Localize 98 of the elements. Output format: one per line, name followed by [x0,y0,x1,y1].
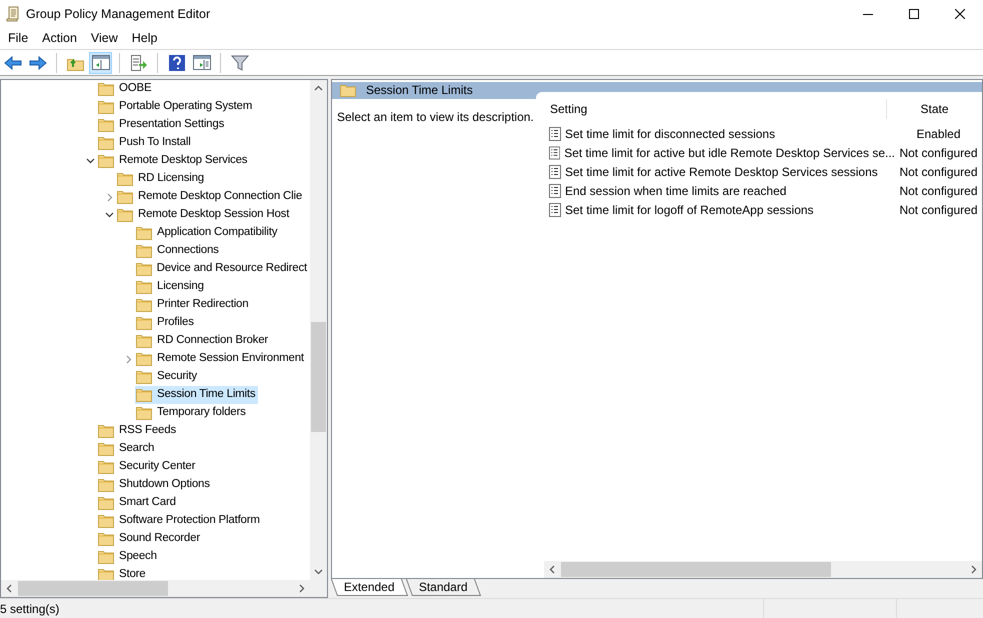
column-header[interactable]: Setting [544,99,887,119]
policy-setting-icon [549,202,561,216]
policy-setting-icon [549,164,561,178]
tree-item[interactable]: Remote Desktop Session Host [116,206,292,224]
folder-icon [98,478,114,492]
collapsed-chevron-icon[interactable] [126,354,132,364]
tree-item[interactable]: Connections [135,242,222,260]
folder-icon [136,262,152,276]
folder-icon [98,460,114,474]
folder-icon [136,226,152,240]
close-icon [955,9,965,19]
folder-icon [136,406,152,420]
setting-name[interactable]: Set time limit for active but idle Remote Desktop Services se... [564,144,895,162]
folder-icon [98,118,114,132]
tree-item[interactable]: Sound Recorder [97,530,203,548]
folder-icon [136,298,152,312]
window-title: Group Policy Management Editor [26,6,210,23]
folder-icon [117,172,133,186]
horizontal-scrollbar[interactable] [544,561,982,578]
tree-item[interactable]: Session Time Limits [135,386,258,404]
tree-item[interactable]: OOBE [97,80,154,98]
expanded-chevron-icon[interactable] [86,158,95,164]
tree-item[interactable]: Security [135,368,200,386]
setting-name[interactable]: Set time limit for active Remote Desktop Services sessions [565,162,878,180]
folder-icon [98,442,114,456]
maximize-icon [909,9,919,19]
tree-item[interactable]: Application Compatibility [135,224,280,242]
setting-state: Not configured [898,182,979,200]
folder-icon [98,550,114,564]
scroll-icon [6,6,20,22]
menu-item[interactable]: View [84,29,125,48]
tree-item[interactable]: RD Connection Broker [135,332,272,350]
folder-icon [98,154,114,168]
tree-item[interactable]: Software Protection Platform [97,512,263,530]
menu-item[interactable]: Action [35,29,84,48]
tree-item[interactable]: Search [97,440,158,458]
window-pane-icon[interactable] [89,52,112,74]
menu-item[interactable]: File [1,29,36,48]
tree-item[interactable]: Store [97,566,148,580]
folder-icon [117,208,133,222]
folder-icon [98,100,114,114]
folder-icon [136,370,152,384]
tree-item[interactable]: Presentation Settings [97,116,228,134]
folder-icon [136,334,152,348]
folder-icon [136,352,152,366]
tree-item[interactable]: Profiles [135,314,197,332]
tree-item[interactable]: Remote Desktop Connection Clie [116,188,306,206]
folder-icon [98,568,114,580]
setting-state: Enabled [915,126,962,142]
scrollbar-thumb[interactable] [561,562,831,577]
menu-item[interactable]: Help [124,29,164,48]
folder-icon [98,82,114,96]
collapsed-chevron-icon[interactable] [106,192,112,202]
scrollbar-thumb[interactable] [18,581,168,596]
tree-item[interactable]: Remote Session Environment [135,350,307,368]
tree-item[interactable]: Shutdown Options [97,476,213,494]
view-tab[interactable]: Extended [330,579,408,596]
folder-icon [340,83,356,97]
vertical-scrollbar[interactable] [310,80,327,580]
setting-name[interactable]: Set time limit for logoff of RemoteApp sessions [565,200,814,218]
tree-item[interactable]: Smart Card [97,494,179,512]
description-text: Select an item to view its description. [337,110,534,124]
horizontal-scrollbar[interactable] [1,580,327,597]
folder-icon [98,532,114,546]
tree-item[interactable]: RD Licensing [116,170,207,188]
folder-icon [98,496,114,510]
status-text: 5 setting(s) [0,600,60,618]
setting-state: Not configured [898,202,979,218]
tree-item[interactable]: Licensing [135,278,207,296]
folder-icon [136,388,152,402]
folder-icon [98,424,114,438]
folder-icon [136,280,152,294]
policy-setting-icon [549,126,561,140]
view-tab[interactable]: Standard [406,579,481,596]
folder-icon [117,190,133,204]
tree-item[interactable]: Remote Desktop Services [97,152,250,170]
folder-icon [98,514,114,528]
expanded-chevron-icon[interactable] [105,212,114,218]
tree-item[interactable]: RSS Feeds [97,422,180,440]
tree-item[interactable]: Device and Resource Redirect [134,260,310,278]
tree-item[interactable]: Temporary folders [135,404,249,422]
setting-state: Not configured [898,164,979,180]
tree-item[interactable]: Printer Redirection [135,296,252,314]
tree-item[interactable]: Portable Operating System [97,98,256,116]
details-title: Session Time Limits [366,83,473,97]
policy-setting-icon [549,146,560,160]
folder-icon [136,316,152,330]
tree-item[interactable]: Security Center [97,458,198,476]
setting-name[interactable]: Set time limit for disconnected sessions [565,124,776,142]
tree-item[interactable]: Push To Install [97,134,194,152]
tree-item[interactable]: Speech [97,548,160,566]
policy-setting-icon [549,184,561,198]
folder-icon [136,244,152,258]
setting-name[interactable]: End session when time limits are reached [565,182,786,200]
column-header[interactable]: State [887,100,982,118]
scrollbar-thumb[interactable] [311,322,326,432]
folder-icon [98,136,114,150]
setting-state: Not configured [898,144,979,162]
